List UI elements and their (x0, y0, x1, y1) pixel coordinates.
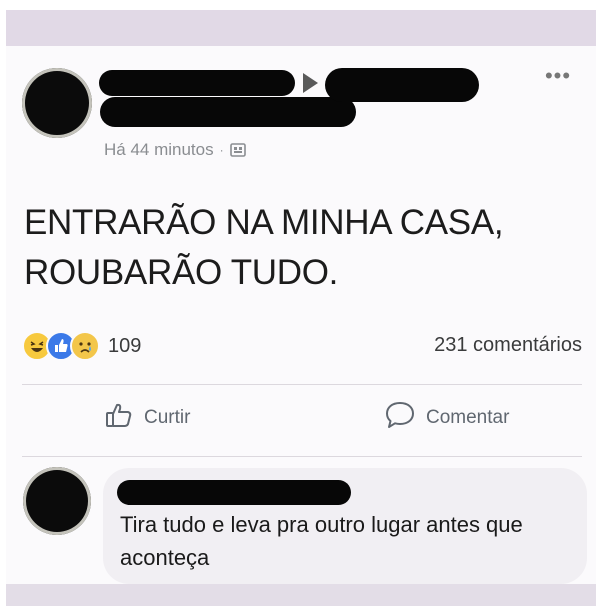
sad-reaction-icon (70, 331, 100, 361)
redacted-author-name (99, 70, 295, 96)
screenshot-frame: ••• Há 44 minutos · ENTRARÃO NA MINHA CA… (0, 0, 600, 611)
bottom-band (6, 584, 596, 606)
speech-bubble-icon (384, 400, 416, 436)
redacted-author-name-line-2 (100, 97, 356, 127)
post-text: ENTRARÃO NA MINHA CASA, ROUBARÃO TUDO. (24, 203, 504, 292)
thumbs-up-icon (104, 400, 134, 436)
reaction-count: 109 (108, 334, 142, 357)
like-button[interactable]: Curtir (104, 400, 190, 436)
redacted-commenter-name (117, 480, 351, 505)
shared-to-arrow-icon (303, 73, 318, 93)
comment-button[interactable]: Comentar (384, 400, 509, 436)
divider-bottom (22, 456, 582, 457)
divider-top (22, 384, 582, 385)
post-meta: Há 44 minutos · (104, 140, 246, 160)
like-button-label: Curtir (144, 407, 191, 428)
comments-count-link[interactable]: 231 comentários (434, 334, 582, 357)
reactions-summary[interactable]: 109 (22, 331, 141, 361)
comment-button-label: Comentar (426, 407, 510, 428)
comment-text: Tira tudo e leva pra outro lugar antes q… (120, 512, 523, 570)
post-timestamp[interactable]: Há 44 minutos (104, 140, 214, 160)
redacted-target-name (325, 68, 479, 102)
meta-separator: · (219, 143, 224, 157)
public-audience-icon[interactable] (229, 142, 246, 158)
top-band (6, 10, 596, 46)
commenter-avatar[interactable] (23, 467, 91, 535)
author-avatar[interactable] (22, 68, 92, 138)
more-options-button[interactable]: ••• (538, 65, 578, 87)
